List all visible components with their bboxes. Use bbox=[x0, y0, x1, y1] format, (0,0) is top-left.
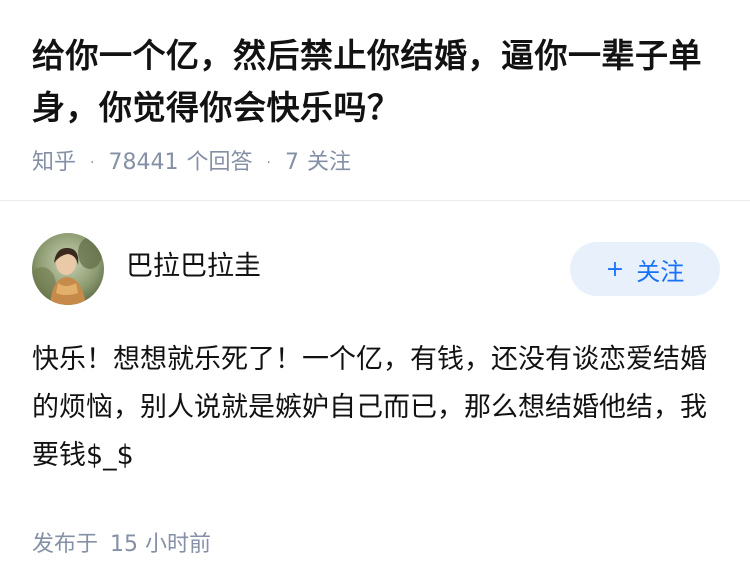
author-row: 巴拉巴拉圭 + 关注 bbox=[32, 232, 720, 306]
answer-count[interactable]: 78441 bbox=[108, 148, 178, 178]
question-title[interactable]: 给你一个亿，然后禁止你结婚，逼你一辈子单身，你觉得你会快乐吗？ bbox=[32, 30, 732, 134]
follow-button[interactable]: + 关注 bbox=[570, 242, 720, 296]
author-name[interactable]: 巴拉巴拉圭 bbox=[126, 244, 570, 283]
section-divider bbox=[0, 200, 750, 201]
answer-count-label[interactable]: 个回答 bbox=[186, 148, 252, 178]
source-label[interactable]: 知乎 bbox=[32, 148, 76, 178]
follower-count[interactable]: 7 bbox=[285, 148, 299, 178]
avatar[interactable] bbox=[32, 233, 104, 305]
answer-content[interactable]: 快乐！想想就乐死了！一个亿，有钱，还没有谈恋爱结婚的烦恼，别人说就是嫉妒自己而已… bbox=[32, 336, 718, 480]
question-header: 给你一个亿，然后禁止你结婚，逼你一辈子单身，你觉得你会快乐吗？ 知乎 · 784… bbox=[32, 30, 732, 178]
meta-separator: · bbox=[90, 155, 95, 171]
answer-card: 巴拉巴拉圭 + 关注 快乐！想想就乐死了！一个亿，有钱，还没有谈恋爱结婚的烦恼，… bbox=[32, 232, 720, 558]
follower-count-label[interactable]: 关注 bbox=[307, 148, 351, 178]
plus-icon: + bbox=[605, 256, 625, 282]
question-meta: 知乎 · 78441 个回答 · 7 关注 bbox=[32, 148, 732, 178]
timestamp-value: 15 小时前 bbox=[110, 532, 212, 557]
follow-button-label: 关注 bbox=[636, 257, 685, 286]
timestamp-prefix: 发布于 bbox=[32, 532, 99, 557]
avatar-image-icon bbox=[32, 233, 104, 305]
meta-separator-2: · bbox=[266, 155, 271, 171]
answer-timestamp: 发布于 15 小时前 bbox=[32, 526, 718, 558]
